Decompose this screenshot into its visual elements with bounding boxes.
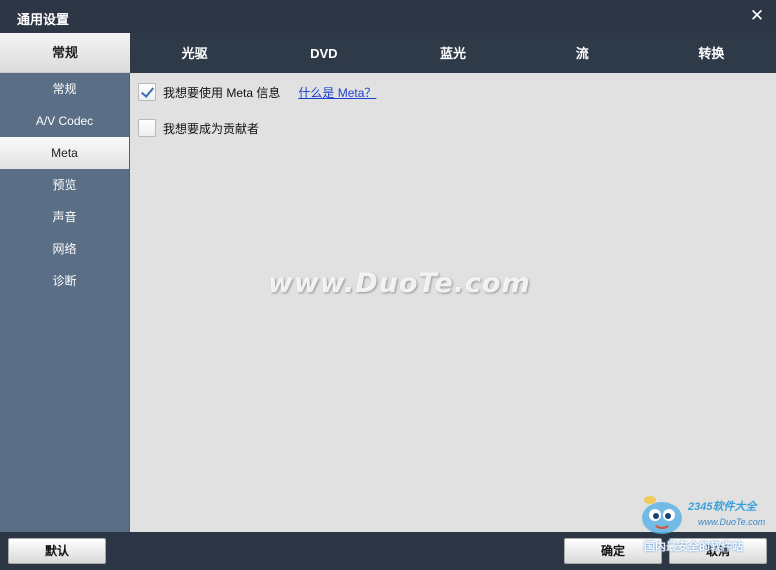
use-meta-checkbox[interactable] [138,83,156,101]
tab-bar: 常规 光驱 DVD 蓝光 流 转换 [0,33,776,73]
window-title: 通用设置 [17,12,70,27]
close-icon[interactable]: ✕ [746,5,768,27]
contributor-label: 我想要成为贡献者 [163,121,260,136]
contributor-row: 我想要成为贡献者 [138,118,259,138]
sidebar-item-general[interactable]: 常规 [0,73,129,105]
cancel-button[interactable]: 取消 [669,538,767,564]
tabs: 光驱 DVD 蓝光 流 转换 [130,33,776,73]
contributor-checkbox[interactable] [138,119,156,137]
tab-dvd[interactable]: DVD [259,33,388,73]
use-meta-label: 我想要使用 Meta 信息 [163,85,281,100]
what-is-meta-link[interactable]: 什么是 Meta？ [298,84,376,101]
sidebar-item-meta[interactable]: Meta [0,137,129,169]
footer: 默认 确定 取消 [0,532,776,570]
sidebar: 常规 A/V Codec Meta 预览 声音 网络 诊断 [0,73,130,532]
title-bar: 通用设置 ✕ [0,0,776,33]
sidebar-item-sound[interactable]: 声音 [0,201,129,233]
tab-stream[interactable]: 流 [518,33,647,73]
sidebar-item-diagnostics[interactable]: 诊断 [0,265,129,297]
use-meta-row: 我想要使用 Meta 信息 什么是 Meta？ [138,82,376,102]
settings-panel: 我想要使用 Meta 信息 什么是 Meta？ 我想要成为贡献者 [130,73,776,532]
tab-general-header[interactable]: 常规 [0,33,130,73]
tab-convert[interactable]: 转换 [647,33,776,73]
default-button[interactable]: 默认 [8,538,106,564]
tab-drive[interactable]: 光驱 [130,33,259,73]
watermark: www.DuoTe.com [268,268,531,299]
sidebar-item-av-codec[interactable]: A/V Codec [0,105,129,137]
ok-button[interactable]: 确定 [564,538,662,564]
sidebar-item-preview[interactable]: 预览 [0,169,129,201]
sidebar-item-network[interactable]: 网络 [0,233,129,265]
tab-bluray[interactable]: 蓝光 [388,33,517,73]
